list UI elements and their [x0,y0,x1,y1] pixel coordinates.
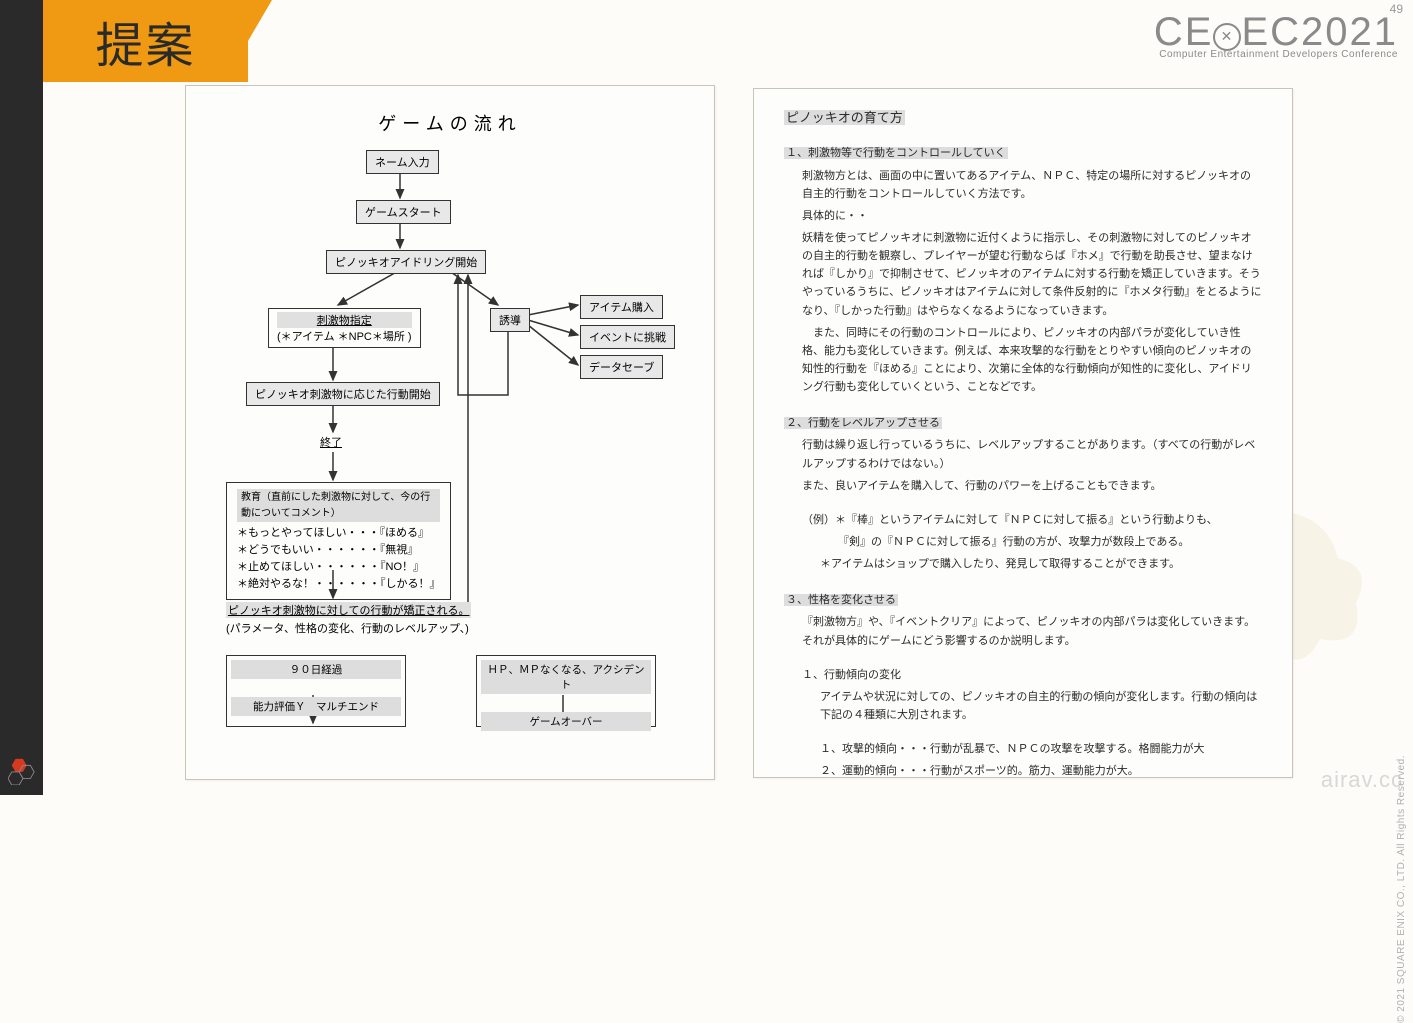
sec1-p2: 具体的に・・ [802,207,1262,225]
node-guide: 誘導 [490,308,530,332]
node-end: 終了 [320,434,342,450]
sec1-p1: 刺激物方とは、画面の中に置いてあるアイテム、ＮＰＣ、特定の場所に対するピノッキオ… [802,167,1262,203]
scan-page-flowchart: ゲームの流れ ネーム入力 ゲームスタート ピノッキオアイドリング開始 刺激物指定… [185,85,715,780]
sec2-ex2: 『剣』の『ＮＰＣに対して振る』行動の方が、攻撃力が数段上である。 [838,533,1262,551]
result-line2: (パラメータ、性格の変化、行動のレベルアップ、) [226,620,469,636]
node-education-box: 教育（直前にした刺激物に対して、今の行動についてコメント） ＊もっとやってほしい… [226,482,451,600]
sec2-p2: また、良いアイテムを購入して、行動のパワーを上げることもできます。 [802,477,1262,495]
node-save: データセーブ [580,355,663,379]
flow-diagram: ネーム入力 ゲームスタート ピノッキオアイドリング開始 刺激物指定 (＊アイテム… [208,150,692,770]
sec3-l1: １、攻撃的傾向・・・行動が乱暴で、ＮＰＣの攻撃を攻撃する。格闘能力が大 [820,740,1262,758]
copyright-text: © 2021 SQUARE ENIX CO., LTD. All Rights … [1396,755,1407,1023]
box-gameover: ＨＰ、ＭＰなくなる、アクシデント ゲームオーバー [476,655,656,727]
node-stimulus: 刺激物指定 (＊アイテム ＊NPC＊場所 ) [268,308,421,348]
sidebar-strip [0,0,43,795]
node-name-input: ネーム入力 [366,150,439,174]
sec2-p1: 行動は繰り返し行っているうちに、レベルアップすることがあります。（すべての行動が… [802,436,1262,472]
node-buy-item: アイテム購入 [580,295,663,319]
title-notch [248,0,272,82]
slide-title-block: 提案 [43,0,248,82]
doc-title: ピノッキオの育て方 [784,110,905,125]
footer-logo-icon [8,757,36,785]
watermark: airav.cc [1321,767,1403,793]
sec3-sub: １、行動傾向の変化 [802,666,1262,684]
flow-title: ゲームの流れ [208,110,692,136]
sec3-p1: 『刺激物方』や、『イベントクリア』によって、ピノッキオの内部パラは変化していきま… [802,613,1262,649]
node-idling-start: ピノッキオアイドリング開始 [326,250,486,274]
scan-page-text: ピノッキオの育て方 １、刺激物等で行動をコントロールしていく 刺激物方とは、画面… [753,88,1293,778]
sec2-head: ２、行動をレベルアップさせる [784,417,942,429]
sec1-p3: 妖精を使ってピノッキオに刺激物に近付くように指示し、その刺激物に対してのピノッキ… [802,229,1262,320]
sec1-p4: また、同時にその行動のコントロールにより、ピノッキオの内部パラが変化していき性格… [802,324,1262,397]
section-label: ゲームの説明 [55,317,113,580]
box-90days: ９０日経過 能力評価Ｙ マルチエンド [226,655,406,727]
result-line1: ピノッキオ刺激物に対しての行動が矯正される。 [226,602,471,618]
conference-logo: CE✕EC2021 Computer Entertainment Develop… [1154,10,1398,60]
sec3-l2: ２、運動的傾向・・・行動がスポーツ的。筋力、運動能力が大。 [820,762,1262,780]
sec2-ex3: ＊アイテムはショップで購入したり、発見して取得することができます。 [820,555,1262,573]
sec3-head: ３、性格を変化させる [784,594,898,606]
node-game-start: ゲームスタート [356,200,451,224]
conference-subtitle: Computer Entertainment Developers Confer… [1154,49,1398,60]
controller-icon: ✕ [1213,23,1241,51]
node-event: イベントに挑戦 [580,325,675,349]
slide-title: 提案 [95,6,195,76]
node-action-start: ピノッキオ刺激物に応じた行動開始 [246,382,440,406]
sec2-ex1: （例）＊『棒』というアイテムに対して『ＮＰＣに対して振る』という行動よりも、 [802,511,1262,529]
sec1-head: １、刺激物等で行動をコントロールしていく [784,147,1008,159]
sec3-sub-p: アイテムや状況に対しての、ピノッキオの自主的行動の傾向が変化します。行動の傾向は… [820,688,1262,724]
